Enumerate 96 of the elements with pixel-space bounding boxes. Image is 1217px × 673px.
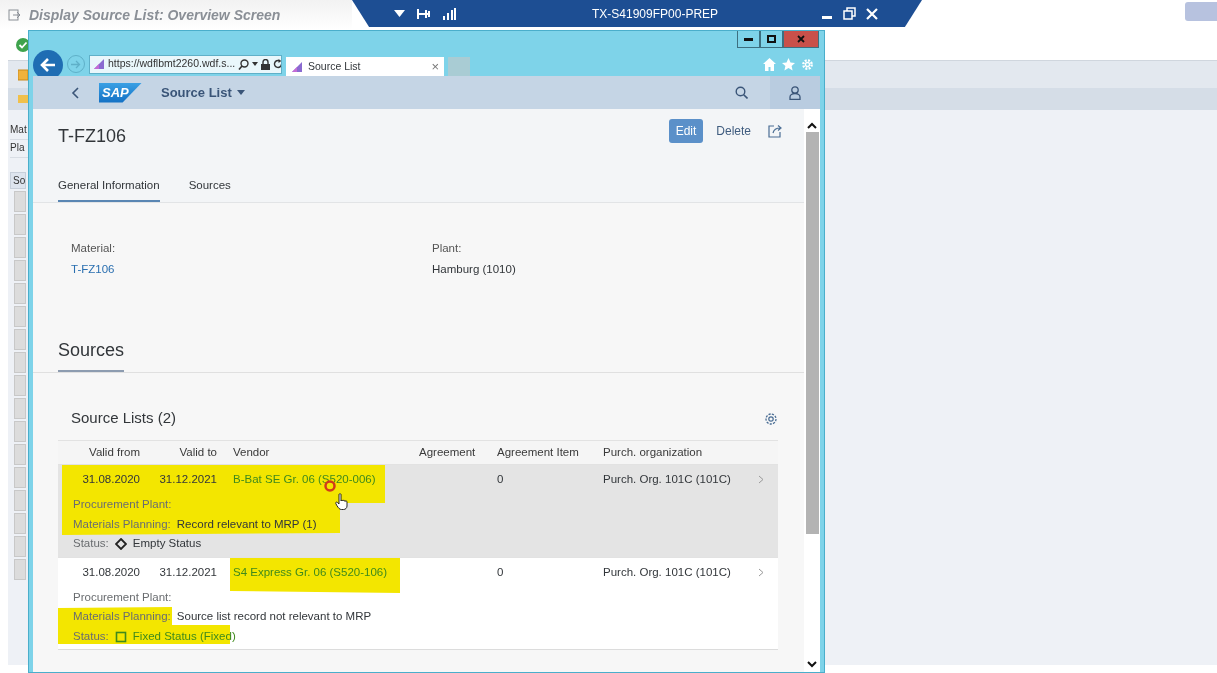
scroll-down-icon[interactable] — [807, 661, 817, 668]
connection-name: TX-S41909FP00-PREP — [592, 5, 719, 23]
scrollbar-thumb[interactable] — [805, 132, 819, 534]
dropdown-icon — [252, 62, 259, 66]
table-cell: 0 — [497, 565, 504, 578]
table-cell: 0 — [497, 472, 504, 485]
table-cell — [14, 237, 26, 258]
detail-value: Source list record not relevant to MRP — [176, 609, 372, 625]
maximize-icon — [767, 35, 776, 43]
close-button[interactable] — [783, 31, 819, 48]
share-icon[interactable] — [768, 123, 782, 138]
column-header: Valid to — [179, 445, 217, 458]
table-cell — [14, 467, 26, 488]
edit-button[interactable]: Edit — [668, 118, 704, 143]
table-cell: 31.08.2020 — [82, 472, 140, 485]
table-cell — [14, 444, 26, 465]
table-cell — [14, 214, 26, 235]
column-header: Purch. organization — [603, 445, 703, 458]
table-cell: 31.12.2021 — [159, 565, 217, 578]
table-cell — [14, 421, 26, 442]
user-icon — [789, 85, 801, 100]
minimize-button[interactable] — [737, 31, 760, 48]
user-button[interactable] — [770, 76, 820, 109]
browser-tab[interactable]: Source List × — [286, 56, 444, 78]
window-title: Display Source List: Overview Screen — [29, 5, 281, 25]
field-label: Plant: — [432, 241, 463, 257]
settings-icon[interactable] — [764, 411, 778, 426]
table-cell — [14, 306, 26, 327]
table-cell — [14, 283, 26, 304]
table-cell — [14, 329, 26, 350]
column-header: Vendor — [233, 445, 270, 458]
table-cell — [14, 490, 26, 511]
hand-cursor-icon — [335, 492, 348, 510]
close-tab-button[interactable]: × — [431, 57, 439, 77]
close-icon[interactable] — [866, 7, 878, 20]
close-icon — [797, 35, 805, 43]
table-cell — [14, 260, 26, 281]
field-value: Hamburg (1010) — [432, 261, 517, 277]
address-bar[interactable]: https://wdflbmt2260.wdf.s... — [89, 54, 282, 74]
object-title: T-FZ106 — [58, 125, 127, 148]
page-icon — [291, 61, 303, 73]
detail-label: Status: — [73, 628, 109, 644]
refresh-icon — [273, 59, 281, 69]
table-row[interactable]: 31.08.2020 31.12.2021 B-Bat SE Gr. 06 (S520-006) 0 Purch. Org. 101C (101C) Procurement Plant: Materials Planning: Record relevant to MRP (1) Status: Empty Status — [58, 464, 778, 557]
table-cell — [14, 398, 26, 419]
tab[interactable]: Sources — [188, 172, 231, 203]
status-value: Empty Status — [132, 536, 202, 552]
detail-label: Materials Planning: — [73, 609, 171, 625]
search-icon — [238, 58, 250, 70]
arrow-left-icon — [40, 58, 56, 72]
field-label: Material: — [71, 241, 117, 257]
vendor-link[interactable]: B-Bat SE Gr. 06 (S520-006) — [233, 472, 376, 485]
table-cell — [14, 375, 26, 396]
pin-icon[interactable] — [417, 7, 431, 20]
square-icon — [114, 630, 127, 643]
app-title-menu[interactable]: Source List — [161, 82, 245, 103]
star-icon[interactable] — [782, 57, 795, 71]
detail-label: Status: — [73, 536, 109, 552]
section-title: Sources — [58, 337, 125, 373]
table-cell: Purch. Org. 101C (101C) — [603, 472, 731, 485]
dropdown-icon[interactable] — [394, 10, 405, 17]
field-link[interactable]: T-FZ106 — [71, 262, 115, 275]
column-header: Agreement — [419, 445, 476, 458]
table-cell — [14, 513, 26, 534]
chevron-left-icon[interactable] — [71, 86, 79, 99]
document-icon — [8, 9, 21, 21]
detail-label: Procurement Plant: — [73, 589, 172, 605]
table-cell — [14, 559, 26, 580]
detail-label: Procurement Plant: — [73, 497, 172, 513]
diamond-icon — [114, 537, 127, 550]
delete-button[interactable]: Delete — [716, 118, 751, 143]
detail-value: Record relevant to MRP (1) — [176, 516, 317, 532]
table-cell — [14, 352, 26, 373]
tab[interactable]: General Information — [58, 172, 160, 203]
detail-label: Materials Planning: — [73, 516, 171, 532]
signal-icon — [443, 7, 456, 20]
table-cell: 31.12.2021 — [159, 472, 217, 485]
column-header: Valid from — [89, 445, 140, 458]
scroll-up-icon[interactable] — [807, 122, 817, 129]
table-cell — [14, 536, 26, 557]
caret-icon — [236, 90, 245, 95]
arrow-right-icon — [71, 59, 81, 69]
page-icon — [93, 58, 105, 70]
table-title: Source Lists (2) — [71, 408, 177, 429]
search-icon[interactable] — [735, 86, 748, 99]
table-cell — [14, 191, 26, 212]
table-cell: Purch. Org. 101C (101C) — [603, 565, 731, 578]
maximize-button[interactable] — [760, 31, 783, 48]
tab[interactable]: So — [10, 172, 26, 189]
table-cell: 31.08.2020 — [82, 565, 140, 578]
logo[interactable]: SAP — [99, 82, 142, 103]
minimize-icon — [744, 37, 753, 41]
chevron-right-icon[interactable] — [758, 567, 764, 577]
lock-icon — [261, 58, 271, 70]
column-header: Agreement Item — [497, 445, 579, 458]
restore-icon[interactable] — [843, 7, 856, 20]
